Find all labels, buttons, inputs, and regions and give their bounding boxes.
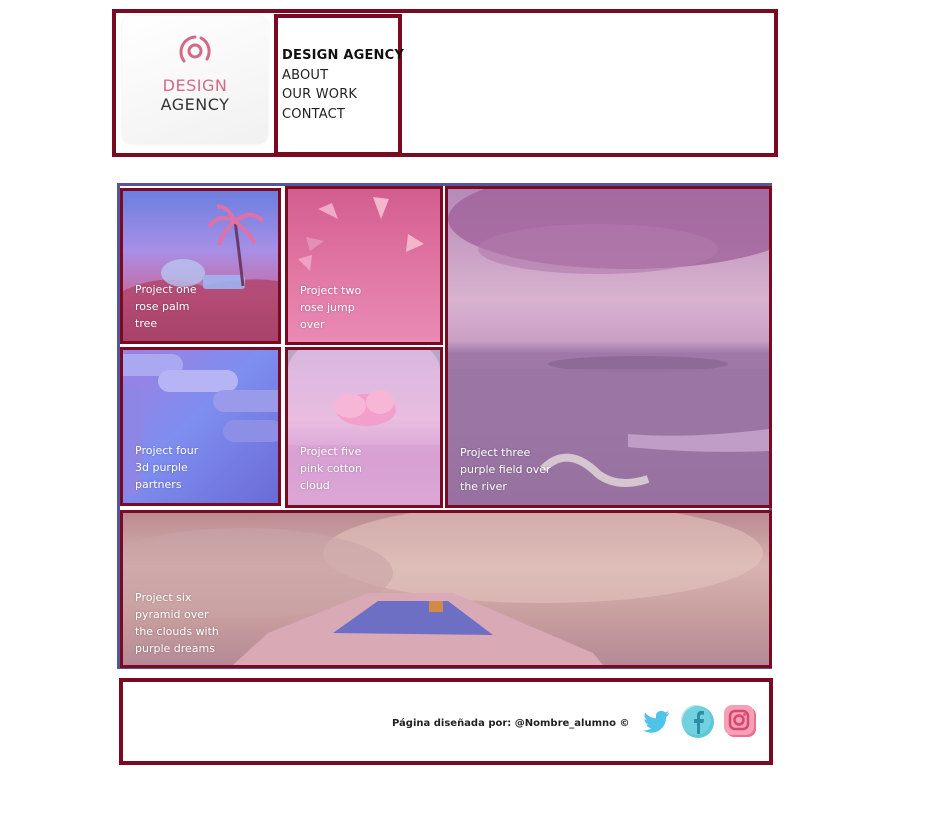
project-tile-three[interactable]: Project three purple field over the rive… (445, 186, 772, 508)
facebook-icon[interactable] (681, 704, 715, 740)
project-gallery: Project one rose palm tree Project two r… (117, 183, 772, 669)
project-tile-five[interactable]: Project five pink cotton cloud (285, 347, 443, 508)
project-tile-two[interactable]: Project two rose jump over (285, 186, 443, 345)
project-five-caption: Project five pink cotton cloud (300, 445, 362, 492)
logo-text-design: DESIGN (162, 76, 228, 95)
logo-text-agency: AGENCY (160, 95, 230, 114)
footer-credit: Página diseñada por: @Nombre_alumno © (392, 718, 630, 729)
nav-item-about[interactable]: ABOUT (282, 66, 398, 86)
instagram-icon[interactable] (723, 704, 759, 740)
project-four-caption: Project four 3d purple partners (135, 444, 199, 491)
project-three-caption: Project three purple field over the rive… (460, 446, 551, 493)
nav-brand[interactable]: DESIGN AGENCY (282, 46, 404, 66)
project-two-caption: Project two rose jump over (300, 284, 362, 331)
main-nav: DESIGN AGENCY ABOUT OUR WORK CONTACT (274, 14, 404, 156)
nav-item-contact[interactable]: CONTACT (282, 105, 398, 125)
site-footer: Página diseñada por: @Nombre_alumno © (119, 678, 773, 765)
logo[interactable]: DESIGN AGENCY (122, 16, 268, 144)
project-tile-six[interactable]: Project six pyramid over the clouds with… (120, 510, 772, 668)
pyramid-clouds-illustration (123, 513, 763, 665)
project-one-caption: Project one rose palm tree (135, 283, 197, 330)
site-header: DESIGN AGENCY DESIGN AGENCY ABOUT OUR WO… (112, 9, 778, 157)
project-tile-one[interactable]: Project one rose palm tree (120, 188, 281, 344)
twitter-icon[interactable] (639, 704, 673, 738)
project-six-caption: Project six pyramid over the clouds with… (135, 591, 219, 655)
project-tile-four[interactable]: Project four 3d purple partners (120, 347, 281, 506)
logo-mark-icon (179, 35, 211, 63)
nav-item-our-work[interactable]: OUR WORK (282, 85, 398, 105)
